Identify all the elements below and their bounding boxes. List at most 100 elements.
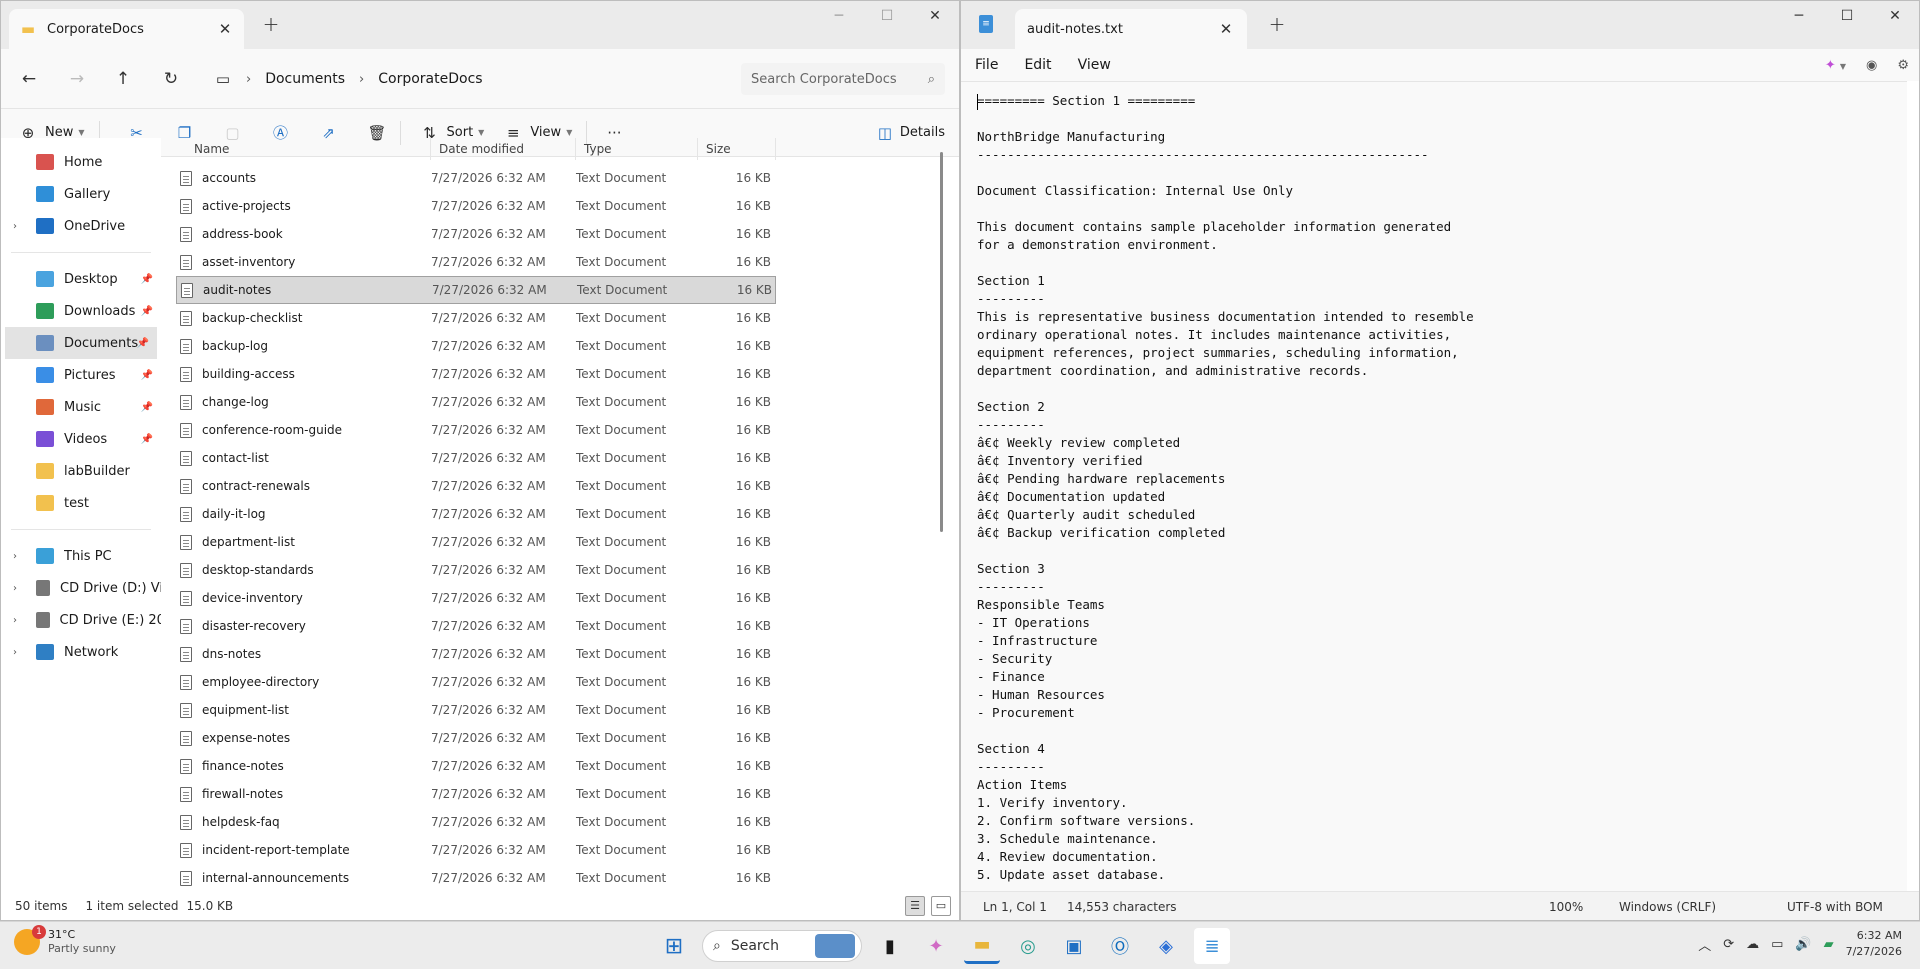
- file-row[interactable]: disaster-recovery 7/27/2026 6:32 AM Text D…: [176, 612, 776, 640]
- breadcrumb-documents[interactable]: Documents: [265, 71, 345, 87]
- display-icon[interactable]: ▭: [1771, 937, 1783, 952]
- new-tab-button[interactable]: +: [1263, 13, 1291, 37]
- nav-item-onedrive[interactable]: › OneDrive: [1, 210, 161, 242]
- nav-item-downloads[interactable]: Downloads 📌: [1, 295, 161, 327]
- line-ending[interactable]: Windows (CRLF): [1619, 900, 1716, 914]
- clock[interactable]: 6:32 AM 7/27/2026: [1846, 928, 1902, 960]
- details-view-button[interactable]: ☰: [905, 896, 925, 916]
- file-row[interactable]: building-access 7/27/2026 6:32 AM Text Doc…: [176, 360, 776, 388]
- file-row[interactable]: expense-notes 7/27/2026 6:32 AM Text Docum…: [176, 724, 776, 752]
- close-window-button[interactable]: ✕: [911, 1, 959, 33]
- file-explorer-icon[interactable]: ▬: [964, 928, 1000, 964]
- chevron-right-icon[interactable]: ›: [13, 551, 17, 562]
- chevron-right-icon[interactable]: ›: [13, 647, 17, 658]
- chevron-up-icon[interactable]: ︿: [1698, 935, 1711, 954]
- file-row[interactable]: internal-announcements 7/27/2026 6:32 AM T…: [176, 864, 776, 892]
- file-row[interactable]: contract-renewals 7/27/2026 6:32 AM Text D…: [176, 472, 776, 500]
- nav-item-gallery[interactable]: Gallery: [1, 178, 161, 210]
- edge-icon[interactable]: ◎: [1010, 928, 1046, 964]
- column-type[interactable]: Type: [576, 138, 698, 160]
- breadcrumb-corporatedocs[interactable]: CorporateDocs: [378, 71, 482, 87]
- file-row[interactable]: daily-it-log 7/27/2026 6:32 AM Text Docume…: [176, 500, 776, 528]
- file-row[interactable]: audit-notes 7/27/2026 6:32 AM Text Documen…: [176, 276, 776, 304]
- nav-item-desktop[interactable]: Desktop 📌: [1, 263, 161, 295]
- weather-widget[interactable]: 1 31°C Partly sunny: [14, 925, 116, 956]
- nav-item-cd-drive-e-2026-0[interactable]: › CD Drive (E:) 2026-0: [1, 604, 161, 636]
- close-tab-button[interactable]: ✕: [1217, 20, 1235, 38]
- copilot-icon[interactable]: ✦ ▼: [1825, 58, 1846, 73]
- settings-gear-icon[interactable]: ⚙: [1897, 58, 1909, 73]
- search-input[interactable]: Search CorporateDocs ⌕: [741, 63, 945, 95]
- nav-item-cd-drive-d-virtua[interactable]: › CD Drive (D:) Virtua: [1, 572, 161, 604]
- close-tab-button[interactable]: ✕: [216, 20, 234, 38]
- file-row[interactable]: firewall-notes 7/27/2026 6:32 AM Text Docu…: [176, 780, 776, 808]
- file-row[interactable]: conference-room-guide 7/27/2026 6:32 AM Te…: [176, 416, 776, 444]
- address-bar[interactable]: ▭ › Documents › CorporateDocs: [206, 63, 726, 95]
- file-row[interactable]: accounts 7/27/2026 6:32 AM Text Document 16…: [176, 164, 776, 192]
- menu-file[interactable]: File: [975, 57, 998, 73]
- file-row[interactable]: asset-inventory 7/27/2026 6:32 AM Text Doc…: [176, 248, 776, 276]
- file-row[interactable]: device-inventory 7/27/2026 6:32 AM Text Do…: [176, 584, 776, 612]
- vertical-scrollbar[interactable]: [940, 152, 943, 532]
- file-row[interactable]: department-list 7/27/2026 6:32 AM Text Doc…: [176, 528, 776, 556]
- maximize-button[interactable]: ☐: [1823, 1, 1871, 33]
- volume-icon[interactable]: 🔊: [1795, 937, 1811, 952]
- explorer-tab[interactable]: ▬ CorporateDocs ✕: [9, 9, 244, 49]
- chevron-right-icon[interactable]: ›: [13, 221, 17, 232]
- file-row[interactable]: incident-report-template 7/27/2026 6:32 A…: [176, 836, 776, 864]
- file-row[interactable]: dns-notes 7/27/2026 6:32 AM Text Document 1…: [176, 640, 776, 668]
- defender-icon[interactable]: ◈: [1148, 928, 1184, 964]
- file-row[interactable]: desktop-standards 7/27/2026 6:32 AM Text D…: [176, 556, 776, 584]
- new-tab-button[interactable]: +: [257, 13, 285, 37]
- menu-view[interactable]: View: [1078, 57, 1111, 73]
- chevron-right-icon[interactable]: ›: [13, 583, 17, 594]
- file-row[interactable]: helpdesk-faq 7/27/2026 6:32 AM Text Docume…: [176, 808, 776, 836]
- nav-item-music[interactable]: Music 📌: [1, 391, 161, 423]
- file-row[interactable]: active-projects 7/27/2026 6:32 AM Text Doc…: [176, 192, 776, 220]
- column-size[interactable]: Size: [698, 138, 776, 160]
- notepad-icon[interactable]: ≣: [1194, 928, 1230, 964]
- text-editor[interactable]: ========= Section 1 ========= NorthBridge…: [961, 81, 1907, 891]
- nav-item-network[interactable]: › Network: [1, 636, 161, 668]
- file-row[interactable]: employee-directory 7/27/2026 6:32 AM Text …: [176, 668, 776, 696]
- column-date-modified[interactable]: Date modified: [431, 138, 576, 160]
- file-row[interactable]: contact-list 7/27/2026 6:32 AM Text Docume…: [176, 444, 776, 472]
- battery-icon[interactable]: ▰: [1824, 937, 1834, 952]
- file-row[interactable]: backup-log 7/27/2026 6:32 AM Text Document…: [176, 332, 776, 360]
- minimize-button[interactable]: ─: [1775, 1, 1823, 33]
- chevron-right-icon[interactable]: ›: [13, 615, 17, 626]
- zoom-level[interactable]: 100%: [1549, 900, 1583, 914]
- maximize-button[interactable]: ☐: [863, 1, 911, 33]
- nav-item-test[interactable]: test: [1, 487, 161, 519]
- up-button[interactable]: ↑: [109, 65, 137, 93]
- sync-icon[interactable]: ⟳: [1723, 937, 1734, 952]
- account-icon[interactable]: ◉: [1866, 58, 1877, 73]
- file-row[interactable]: address-book 7/27/2026 6:32 AM Text Docume…: [176, 220, 776, 248]
- minimize-button[interactable]: ─: [815, 1, 863, 33]
- column-name[interactable]: Name: [176, 138, 431, 160]
- encoding[interactable]: UTF-8 with BOM: [1787, 900, 1883, 914]
- nav-item-this-pc[interactable]: › This PC: [1, 540, 161, 572]
- nav-item-labbuilder[interactable]: labBuilder: [1, 455, 161, 487]
- refresh-button[interactable]: ↻: [157, 65, 185, 93]
- file-row[interactable]: finance-notes 7/27/2026 6:32 AM Text Docum…: [176, 752, 776, 780]
- nav-item-videos[interactable]: Videos 📌: [1, 423, 161, 455]
- file-row[interactable]: change-log 7/27/2026 6:32 AM Text Document…: [176, 388, 776, 416]
- taskbar-search[interactable]: ⌕ Search: [702, 930, 862, 962]
- forward-button[interactable]: →: [63, 65, 91, 93]
- start-button[interactable]: ⊞: [656, 928, 692, 964]
- cloud-offline-icon[interactable]: ☁: [1746, 937, 1759, 952]
- file-row[interactable]: backup-checklist 7/27/2026 6:32 AM Text Do…: [176, 304, 776, 332]
- tiles-view-button[interactable]: ▭: [931, 896, 951, 916]
- copilot-icon[interactable]: ✦: [918, 928, 954, 964]
- nav-item-pictures[interactable]: Pictures 📌: [1, 359, 161, 391]
- task-view-icon[interactable]: ▮: [872, 928, 908, 964]
- nav-item-home[interactable]: Home: [1, 146, 161, 178]
- back-button[interactable]: ←: [15, 65, 43, 93]
- nav-item-documents[interactable]: Documents 📌: [5, 327, 157, 359]
- file-row[interactable]: equipment-list 7/27/2026 6:32 AM Text Docu…: [176, 696, 776, 724]
- store-icon[interactable]: ▣: [1056, 928, 1092, 964]
- notepad-tab[interactable]: audit-notes.txt ✕: [1015, 9, 1247, 49]
- menu-edit[interactable]: Edit: [1024, 57, 1051, 73]
- outlook-icon[interactable]: Ⓞ: [1102, 928, 1138, 964]
